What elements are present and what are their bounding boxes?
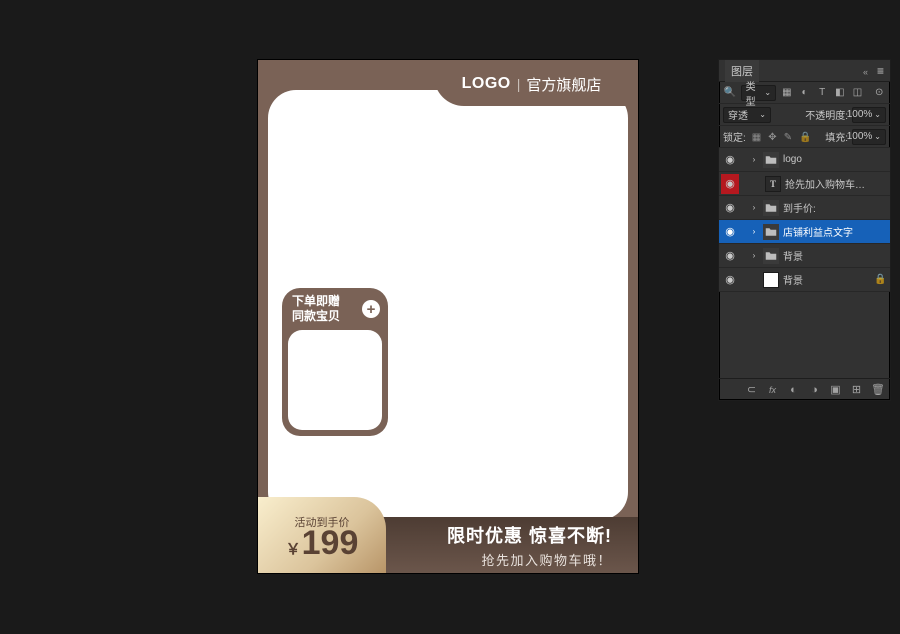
lock-buttons[interactable]: ▦ ✥ ✎ 🔒: [750, 131, 814, 143]
filter-smart-icon[interactable]: ◫: [851, 86, 865, 100]
logo-bar: LOGO | 官方旗舰店: [434, 60, 629, 106]
lock-pixels-icon: ▦: [752, 132, 761, 143]
folder-icon: [763, 200, 779, 216]
price-number: 199: [302, 526, 359, 560]
panel-titlebar[interactable]: 图层 « ≡: [719, 60, 890, 82]
visibility-toggle[interactable]: ◉: [723, 153, 737, 166]
layer-row[interactable]: ◉ › 店铺利益点文字: [719, 220, 890, 244]
footer-adjust-icon[interactable]: ◑: [808, 384, 821, 396]
text-layer-icon: T: [765, 176, 781, 192]
lock-icon: 🔒: [874, 274, 886, 285]
panel-footer: ⊂ fx ◐ ◑ ▣ ⊞ 🗑: [719, 378, 890, 400]
footer-link-icon[interactable]: ⊂: [745, 383, 758, 396]
expand-icon[interactable]: ›: [749, 227, 759, 236]
filter-shape-icon[interactable]: ◧: [833, 86, 847, 100]
blend-opacity-row: 穿透 ⌄ 不透明度: 100%⌄: [719, 104, 890, 126]
price-badge: 活动到手价 ￥ 199: [258, 497, 386, 573]
search-icon[interactable]: 🔍: [723, 86, 737, 100]
lock-style-icon: ✎: [784, 132, 792, 143]
opacity-label: 不透明度:: [805, 107, 848, 122]
promo-subline: 抢先加入购物车哦！: [481, 550, 612, 569]
filter-toggle[interactable]: ⊙: [872, 86, 886, 100]
layer-name[interactable]: 到手价:: [783, 200, 870, 215]
promo-headline: 限时优惠 惊喜不断!: [447, 522, 612, 548]
layer-row[interactable]: ◉ T 抢先加入购物车哦！: [719, 172, 890, 196]
filter-adjust-icon[interactable]: ◐: [798, 86, 812, 100]
footer-fx-icon[interactable]: fx: [766, 385, 779, 395]
folder-icon: [763, 224, 779, 240]
layer-row[interactable]: ◉ › 到手价:: [719, 196, 890, 220]
layer-row[interactable]: ◉ › logo: [719, 148, 890, 172]
store-name: 官方旗舰店: [526, 74, 601, 95]
lock-label: 锁定:: [723, 129, 746, 144]
gift-header: 下单即赠 同款宝贝 +: [282, 288, 388, 324]
layer-name[interactable]: 抢先加入购物车哦！: [785, 176, 870, 191]
filter-pixel-icon[interactable]: ▦: [780, 86, 794, 100]
layer-list[interactable]: ◉ › logo ◉ T 抢先加入购物车哦！ ◉ › 到手价: ◉ ›: [719, 148, 890, 378]
expand-icon[interactable]: ›: [749, 155, 759, 164]
layer-name[interactable]: 背景: [783, 272, 870, 287]
panel-menu-icon[interactable]: ≡: [877, 65, 884, 77]
logo-text: LOGO: [462, 75, 511, 93]
lock-all-icon: 🔒: [799, 132, 811, 143]
footer-mask-icon[interactable]: ◐: [787, 384, 800, 396]
folder-icon: [763, 248, 779, 264]
folder-icon: [763, 152, 779, 168]
layer-row[interactable]: ◉ 背景 🔒: [719, 268, 890, 292]
footer-group-icon[interactable]: ▣: [829, 383, 842, 396]
footer-new-icon[interactable]: ⊞: [850, 383, 863, 396]
layer-filter-row: 🔍 类型⌄ ▦ ◐ T ◧ ◫ ⊙: [719, 82, 890, 104]
lock-fill-row: 锁定: ▦ ✥ ✎ 🔒 填充: 100%⌄: [719, 126, 890, 148]
gift-image-placeholder: [288, 330, 382, 430]
visibility-toggle[interactable]: ◉: [723, 249, 737, 262]
visibility-toggle[interactable]: ◉: [723, 201, 737, 214]
fill-input[interactable]: 100%⌄: [852, 129, 886, 145]
layer-row[interactable]: ◉ › 背景: [719, 244, 890, 268]
logo-separator: |: [517, 76, 521, 92]
visibility-toggle[interactable]: ◉: [723, 273, 737, 286]
layer-name[interactable]: logo: [783, 154, 870, 165]
blend-mode-dropdown[interactable]: 穿透 ⌄: [723, 107, 771, 123]
layer-thumbnail: [763, 272, 779, 288]
gift-text: 下单即赠 同款宝贝: [292, 294, 340, 324]
collapse-icon[interactable]: «: [863, 67, 871, 75]
opacity-input[interactable]: 100%⌄: [852, 107, 886, 123]
price-value-row: ￥ 199: [286, 526, 359, 560]
workspace: LOGO | 官方旗舰店 下单即赠 同款宝贝 + 限时优惠 惊喜不断! 抢先加入…: [0, 0, 900, 634]
visibility-toggle[interactable]: ◉: [723, 225, 737, 238]
layers-panel: 图层 « ≡ 🔍 类型⌄ ▦ ◐ T ◧ ◫ ⊙ 穿透 ⌄: [718, 59, 891, 401]
product-card: LOGO | 官方旗舰店 下单即赠 同款宝贝 +: [268, 90, 628, 520]
filter-kind-dropdown[interactable]: 类型⌄: [741, 85, 776, 101]
expand-icon[interactable]: ›: [749, 203, 759, 212]
expand-icon[interactable]: ›: [749, 251, 759, 260]
fill-label: 填充:: [825, 129, 848, 144]
layer-name[interactable]: 背景: [783, 248, 870, 263]
layer-name[interactable]: 店铺利益点文字: [783, 224, 870, 239]
visibility-toggle[interactable]: ◉: [721, 174, 739, 194]
document-canvas[interactable]: LOGO | 官方旗舰店 下单即赠 同款宝贝 + 限时优惠 惊喜不断! 抢先加入…: [258, 60, 638, 573]
lock-position-icon: ✥: [768, 132, 776, 143]
filter-text-icon[interactable]: T: [815, 86, 829, 100]
currency-symbol: ￥: [286, 538, 301, 559]
plus-icon: +: [362, 300, 380, 318]
footer-trash-icon[interactable]: 🗑: [871, 383, 884, 396]
gift-box: 下单即赠 同款宝贝 +: [282, 288, 388, 436]
